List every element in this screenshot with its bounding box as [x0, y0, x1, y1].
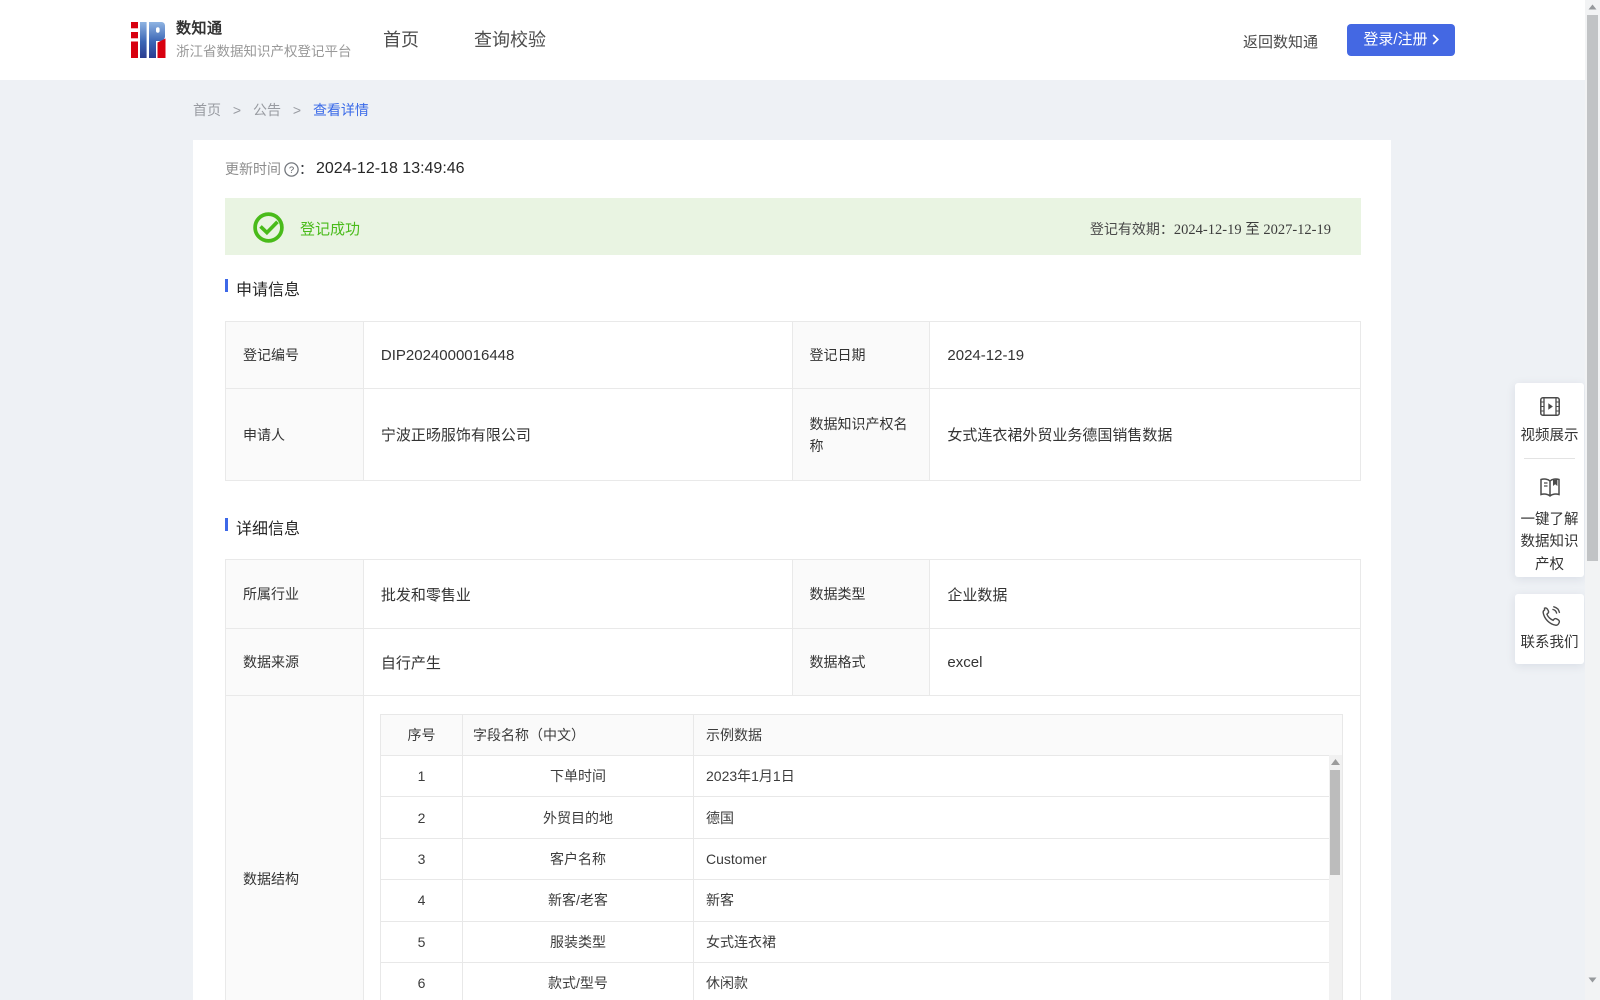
svg-text:?: ? [289, 164, 294, 175]
